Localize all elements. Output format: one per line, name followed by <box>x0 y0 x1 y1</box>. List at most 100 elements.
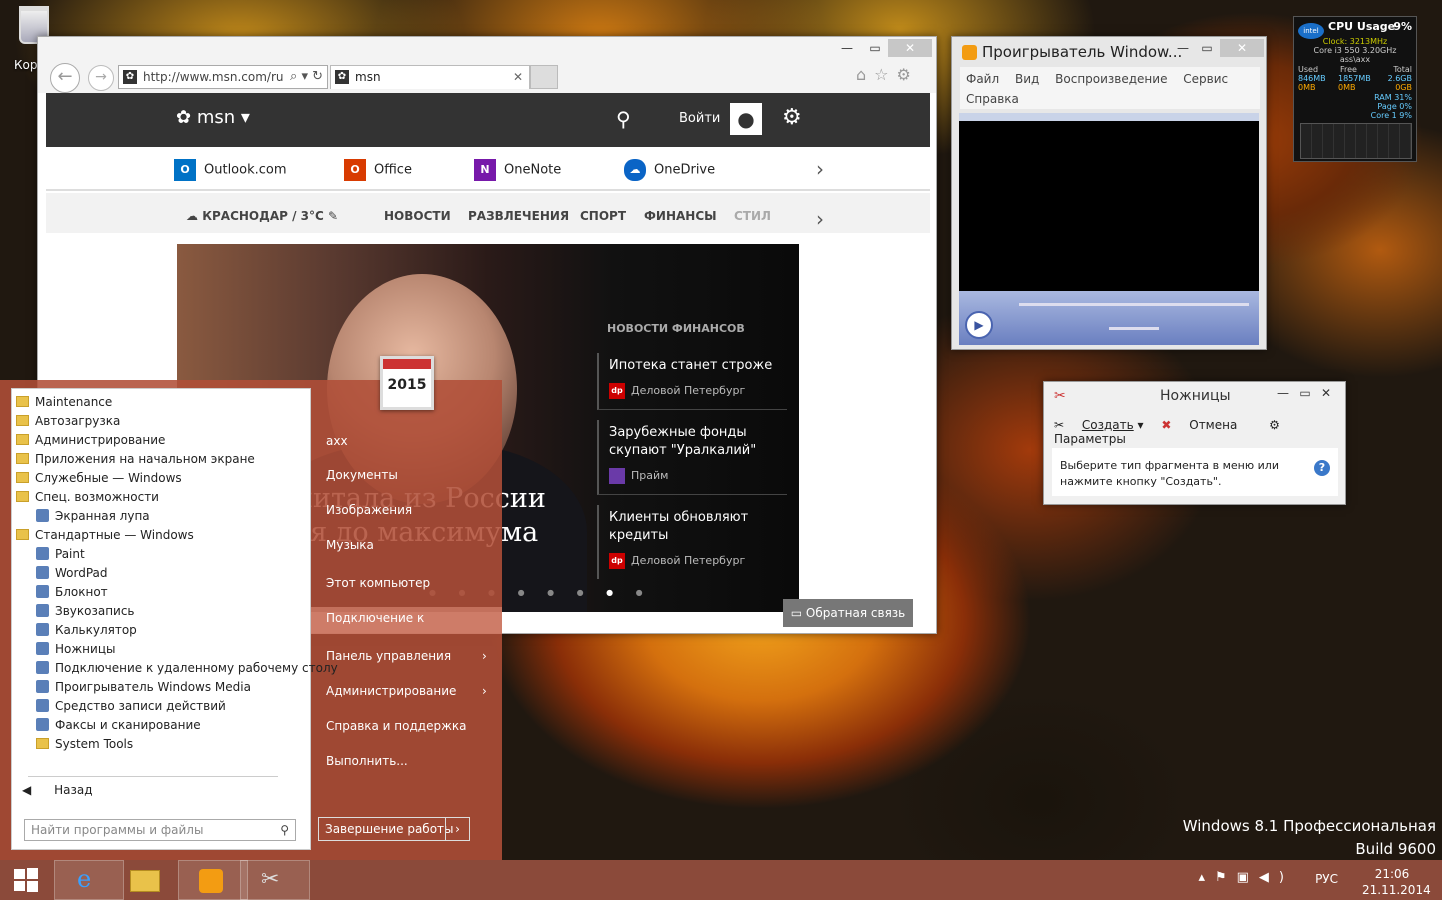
start-link-item[interactable]: Этот компьютер <box>326 576 430 590</box>
avatar-icon[interactable]: ● <box>730 103 762 135</box>
chevron-right-icon[interactable]: › <box>816 157 824 181</box>
menu-view[interactable]: Вид <box>1015 72 1039 86</box>
start-link-item[interactable]: axx <box>326 434 348 448</box>
program-list-item[interactable]: Ножницы <box>16 640 306 659</box>
forward-button[interactable]: → <box>88 65 114 91</box>
taskbar-ie-button[interactable]: e <box>54 860 124 900</box>
program-list-item[interactable]: Служебные — Windows <box>16 469 306 488</box>
msn-logo[interactable]: ✿ msn ▾ <box>176 107 250 128</box>
cancel-button[interactable]: ✖ Отмена <box>1161 418 1251 432</box>
search-icon[interactable]: ⚲ <box>280 820 289 840</box>
play-button[interactable]: ▶ <box>965 311 993 339</box>
favorites-icon[interactable]: ☆ <box>874 65 896 84</box>
start-link-item[interactable]: Подключение к <box>326 611 424 625</box>
tray-icons[interactable]: ▴⚑▣◀) <box>1198 870 1294 885</box>
start-link-item[interactable]: Выполнить... <box>326 754 408 768</box>
help-icon[interactable]: ? <box>1314 460 1330 476</box>
news-item[interactable]: Клиенты обновляют кредиты dp Деловой Пете… <box>597 505 787 579</box>
program-list-item[interactable]: Проигрыватель Windows Media <box>16 678 306 697</box>
maximize-button[interactable]: ▭ <box>1194 39 1220 57</box>
close-button[interactable]: ✕ <box>888 39 932 57</box>
new-tab-button[interactable] <box>530 65 558 89</box>
app-link-outlook[interactable]: O Outlook.com <box>174 159 287 181</box>
video-area[interactable] <box>959 113 1259 291</box>
app-link-office[interactable]: O Office <box>344 159 412 181</box>
search-icon[interactable]: ⚲ <box>616 107 631 131</box>
start-link-item[interactable]: Справка и поддержка <box>326 719 467 733</box>
feedback-button[interactable]: ▭ Обратная связь <box>783 599 913 627</box>
edit-pencil-icon[interactable]: ✎ <box>328 209 338 223</box>
category-style[interactable]: СТИЛ <box>734 209 771 223</box>
program-list-item[interactable]: Подключение к удаленному рабочему столу <box>16 659 338 678</box>
minimize-button[interactable]: — <box>834 39 860 57</box>
address-bar[interactable]: ✿ http://www.msn.com/ru ⌕ ▾ ↻ <box>118 65 328 89</box>
category-entertainment[interactable]: РАЗВЛЕЧЕНИЯ <box>468 209 569 223</box>
seek-bar[interactable] <box>1019 303 1249 306</box>
start-link-item[interactable]: Панель управления › <box>326 649 487 663</box>
menu-play[interactable]: Воспроизведение <box>1055 72 1167 86</box>
taskbar-snipping-button[interactable]: ✂ <box>240 860 310 900</box>
program-list-item[interactable]: System Tools <box>16 735 306 754</box>
program-list-item[interactable]: Maintenance <box>16 393 306 412</box>
menu-file[interactable]: Файл <box>966 72 999 86</box>
category-finance[interactable]: ФИНАНСЫ <box>644 209 717 223</box>
program-list-item[interactable]: Блокнот <box>16 583 306 602</box>
start-button[interactable] <box>0 860 52 900</box>
program-list-item[interactable]: Спец. возможности <box>16 488 306 507</box>
app-link-onedrive[interactable]: ☁ OneDrive <box>624 159 715 181</box>
category-news[interactable]: НОВОСТИ <box>384 209 451 223</box>
clock[interactable]: 21:06 21.11.2014 <box>1362 866 1431 898</box>
ie-tools[interactable]: ⌂☆⚙ <box>856 65 919 84</box>
tab-msn[interactable]: ✿ msn ✕ <box>330 65 530 89</box>
category-sport[interactable]: СПОРТ <box>580 209 626 223</box>
cpu-usage-gadget[interactable]: intel CPU Usage 9% Clock: 3213MHz Core i… <box>1293 16 1417 162</box>
menu-tools[interactable]: Сервис <box>1183 72 1228 86</box>
shutdown-button[interactable]: Завершение работы › <box>318 817 470 841</box>
program-list-item[interactable]: Автозагрузка <box>16 412 306 431</box>
program-list-item[interactable]: Факсы и сканирование <box>16 716 306 735</box>
volume-slider[interactable] <box>1109 327 1159 330</box>
start-link-item[interactable]: Изображения <box>326 503 412 517</box>
user-tile-calendar-icon[interactable]: 2015 <box>380 356 434 410</box>
program-list-item[interactable]: WordPad <box>16 564 306 583</box>
chevron-right-icon[interactable]: › <box>816 207 824 231</box>
news-item[interactable]: Ипотека станет строже dp Деловой Петербур… <box>597 353 787 410</box>
search-input[interactable]: Найти программы и файлы ⚲ <box>24 819 296 841</box>
start-link-item[interactable]: Администрирование › <box>326 684 487 698</box>
chevron-right-icon[interactable]: › <box>445 818 469 840</box>
login-link[interactable]: Войти <box>679 111 720 126</box>
back-button[interactable]: ◀ Назад <box>22 783 93 797</box>
create-button[interactable]: ✂ Создать ▾ <box>1054 418 1144 432</box>
program-list-item[interactable]: Приложения на начальном экране <box>16 450 306 469</box>
news-item[interactable]: Зарубежные фонды скупают "Уралкалий" Пра… <box>597 420 787 495</box>
chevron-up-icon[interactable]: ▴ <box>1198 870 1215 885</box>
home-icon[interactable]: ⌂ <box>856 65 874 84</box>
close-button[interactable]: ✕ <box>1306 384 1346 402</box>
program-list-item[interactable]: Звукозапись <box>16 602 306 621</box>
minimize-button[interactable]: — <box>1170 39 1196 57</box>
start-link-item[interactable]: Документы <box>326 468 398 482</box>
network-icon[interactable]: ▣ <box>1237 870 1259 885</box>
program-list-item[interactable]: Администрирование <box>16 431 306 450</box>
program-list-item[interactable]: Экранная лупа <box>16 507 306 526</box>
close-button[interactable]: ✕ <box>1220 39 1264 57</box>
back-button[interactable]: ← <box>50 63 80 93</box>
program-list-item[interactable]: Калькулятор <box>16 621 306 640</box>
taskbar-media-player-button[interactable] <box>178 860 248 900</box>
volume-icon[interactable]: ◀) <box>1259 870 1294 885</box>
language-indicator[interactable]: РУС <box>1315 872 1338 886</box>
weather-link[interactable]: ☁ КРАСНОДАР / 3°C ✎ <box>186 209 338 223</box>
program-list-item[interactable]: Средство записи действий <box>16 697 306 716</box>
tab-close-icon[interactable]: ✕ <box>513 66 523 88</box>
program-list-item[interactable]: Стандартные — Windows <box>16 526 306 545</box>
menu-help[interactable]: Справка <box>966 92 1019 106</box>
app-link-onenote[interactable]: N OneNote <box>474 159 561 181</box>
taskbar-explorer-button[interactable] <box>116 860 186 900</box>
program-list-item[interactable]: Paint <box>16 545 306 564</box>
maximize-button[interactable]: ▭ <box>862 39 888 57</box>
start-link-item[interactable]: Музыка <box>326 538 374 552</box>
flag-icon[interactable]: ⚑ <box>1215 870 1237 885</box>
gear-icon[interactable]: ⚙ <box>782 105 802 130</box>
address-controls-icon[interactable]: ⌕ ▾ ↻ <box>290 66 323 88</box>
settings-gear-icon[interactable]: ⚙ <box>897 65 919 84</box>
